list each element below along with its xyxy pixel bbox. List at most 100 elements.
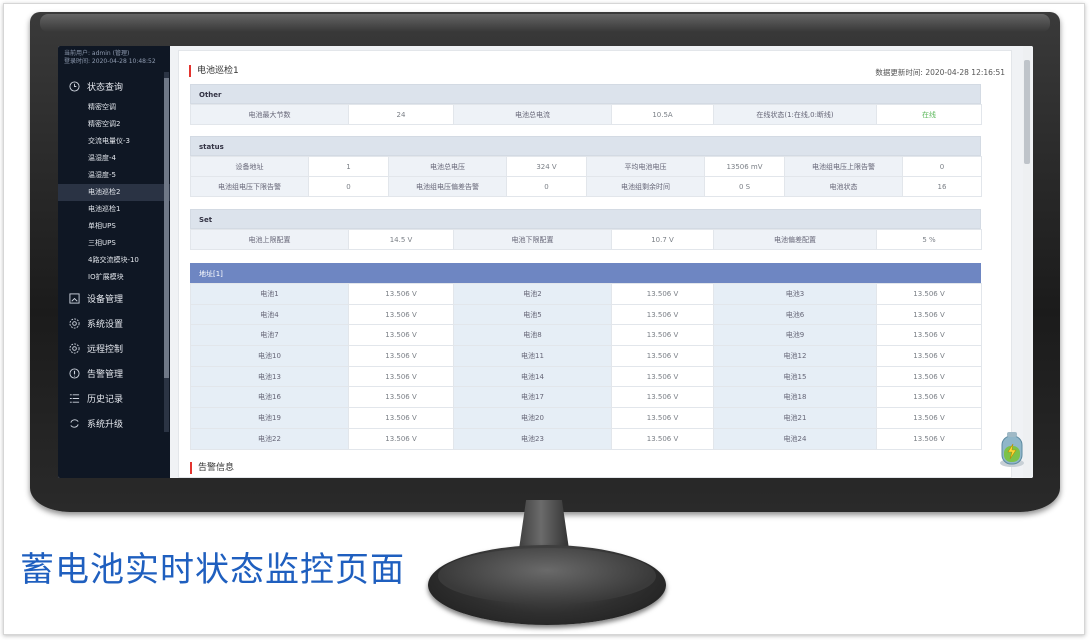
table-cell: 13.506 V — [348, 365, 454, 388]
sidebar-scrollbar-thumb[interactable] — [164, 78, 169, 378]
table-cell: 电池22 — [190, 427, 349, 450]
sidebar-section-system-upgrade[interactable]: 系统升级 — [58, 411, 170, 436]
sidebar-section-label: 状态查询 — [87, 83, 124, 93]
device-icon — [68, 293, 80, 305]
table-cell: 电池16 — [190, 386, 349, 409]
sidebar-item-temp-humidity-5[interactable]: 温湿度-5 — [58, 167, 170, 184]
sidebar-item-battery-patrol-1[interactable]: 电池巡检1 — [58, 201, 170, 218]
status-table: 设备地址 1 电池总电压 324 V 平均电池电压 13506 mV 电池组电压… — [190, 156, 982, 197]
table-row: 电池22 13.506 V 电池23 13.506 V 电池24 13.506 V — [190, 427, 982, 450]
table-cell: 13.506 V — [876, 427, 982, 450]
battery-voltage-table: 电池1 13.506 V 电池2 13.506 V 电池3 13.506 V 电池4 13.… — [190, 283, 982, 450]
table-cell: 13.506 V — [611, 427, 714, 450]
sidebar-item-ac-module-10[interactable]: 4路交流模块-10 — [58, 252, 170, 269]
sidebar-section-alarm-management[interactable]: 告警管理 — [58, 361, 170, 386]
sidebar-item-single-phase-ups[interactable]: 单相UPS — [58, 218, 170, 235]
page-caption: 蓄电池实时状态监控页面 — [20, 550, 405, 590]
alert-icon — [68, 368, 80, 380]
sidebar-section-history[interactable]: 历史记录 — [58, 386, 170, 411]
sidebar-item-precision-ac[interactable]: 精密空调 — [58, 99, 170, 116]
set-table: 电池上限配置 14.5 V 电池下限配置 10.7 V 电池偏差配置 5 % — [190, 229, 982, 250]
sidebar-section-label: 历史记录 — [87, 395, 124, 405]
sidebar-item-ac-meter-3[interactable]: 交流电量仪-3 — [58, 133, 170, 150]
table-cell: 13.506 V — [611, 365, 714, 388]
table-cell: 电池23 — [453, 427, 612, 450]
table-cell: 13.506 V — [876, 365, 982, 388]
sidebar-item-three-phase-ups[interactable]: 三相UPS — [58, 235, 170, 252]
settings-icon — [68, 318, 80, 330]
table-cell: 电池8 — [453, 324, 612, 347]
sidebar-section-label: 设备管理 — [87, 295, 124, 305]
table-cell: 13.506 V — [611, 345, 714, 367]
table-cell: 在线状态(1:在线,0:断线) — [713, 104, 877, 125]
table-cell: 平均电池电压 — [586, 156, 705, 177]
table-cell: 13506 mV — [704, 156, 785, 177]
sidebar-section-status-query[interactable]: 状态查询 — [58, 74, 170, 99]
table-cell: 电池21 — [713, 407, 877, 429]
sidebar-section-device-management[interactable]: 设备管理 — [58, 286, 170, 311]
sidebar-item-temp-humidity-4[interactable]: 温湿度-4 — [58, 150, 170, 167]
table-cell: 电池4 — [190, 303, 349, 326]
section-other: Other 电池最大节数 24 电池总电流 10.5A 在线状态(1:在线,0:… — [190, 84, 982, 125]
page-title: 电池巡检1 — [189, 65, 239, 77]
sidebar-item-precision-ac-2[interactable]: 精密空调2 — [58, 116, 170, 133]
sidebar-section-label: 告警管理 — [87, 370, 124, 380]
table-row: 电池19 13.506 V 电池20 13.506 V 电池21 13.506 V — [190, 407, 982, 429]
table-cell: 13.506 V — [876, 324, 982, 347]
table-cell: 13.506 V — [876, 386, 982, 409]
user-info: 当前用户: admin (管理) 登录时间: 2020-04-28 10:48:… — [58, 46, 170, 66]
table-cell: 10.7 V — [611, 229, 714, 250]
table-row: 设备地址 1 电池总电压 324 V 平均电池电压 13506 mV 电池组电压… — [190, 156, 982, 177]
table-cell: 电池组电压下限告警 — [190, 176, 309, 197]
table-cell: 电池7 — [190, 324, 349, 347]
table-cell: 电池10 — [190, 345, 349, 367]
section-address: 地址[1] 电池1 13.506 V 电池2 13.506 V 电池3 13.506 V … — [190, 263, 982, 450]
table-cell: 0 — [308, 176, 389, 197]
table-row: 电池组电压下限告警 0 电池组电压偏差告警 0 电池组剩余时间 0 S 电池状态… — [190, 176, 982, 197]
table-cell: 电池偏差配置 — [713, 229, 877, 250]
section-header: Other — [190, 84, 981, 104]
table-cell: 13.506 V — [876, 407, 982, 429]
table-cell: 设备地址 — [190, 156, 309, 177]
table-cell: 电池5 — [453, 303, 612, 326]
table-cell: 电池6 — [713, 303, 877, 326]
table-row: 电池13 13.506 V 电池14 13.506 V 电池15 13.506 V — [190, 365, 982, 388]
table-cell: 电池组电压上限告警 — [784, 156, 903, 177]
table-cell: 电池1 — [190, 283, 349, 305]
sidebar-section-label: 远程控制 — [87, 345, 124, 355]
refresh-icon — [68, 418, 80, 430]
main-scrollbar-thumb[interactable] — [1024, 60, 1030, 164]
table-cell: 13.506 V — [611, 324, 714, 347]
table-cell: 1 — [308, 156, 389, 177]
alarm-section-title: 告警信息 — [190, 462, 234, 474]
table-cell: 5 % — [876, 229, 982, 250]
sidebar-section-label: 系统升级 — [87, 420, 124, 430]
sidebar-item-battery-patrol-2[interactable]: 电池巡检2 — [58, 184, 170, 201]
table-row: 电池7 13.506 V 电池8 13.506 V 电池9 13.506 V — [190, 324, 982, 347]
table-cell: 电池总电压 — [388, 156, 507, 177]
table-cell: 电池15 — [713, 365, 877, 388]
table-cell: 电池总电流 — [453, 104, 612, 125]
table-cell: 13.506 V — [348, 427, 454, 450]
data-update-time: 数据更新时间: 2020-04-28 12:16:51 — [875, 68, 1005, 77]
list-icon — [68, 393, 80, 405]
table-cell: 13.506 V — [876, 303, 982, 326]
other-table: 电池最大节数 24 电池总电流 10.5A 在线状态(1:在线,0:断线) 在线 — [190, 104, 982, 125]
table-cell: 电池11 — [453, 345, 612, 367]
table-cell: 13.506 V — [348, 407, 454, 429]
table-cell: 13.506 V — [611, 407, 714, 429]
sidebar-section-label: 系统设置 — [87, 320, 124, 330]
section-header: status — [190, 136, 981, 156]
sidebar-section-remote-control[interactable]: 远程控制 — [58, 336, 170, 361]
clock-icon — [68, 81, 80, 93]
table-row: 电池4 13.506 V 电池5 13.506 V 电池6 13.506 V — [190, 303, 982, 326]
table-cell: 13.506 V — [348, 386, 454, 409]
sidebar-section-system-settings[interactable]: 系统设置 — [58, 311, 170, 336]
sidebar: 当前用户: admin (管理) 登录时间: 2020-04-28 10:48:… — [58, 46, 170, 478]
current-user: 当前用户: admin (管理) — [64, 50, 130, 57]
table-cell: 电池20 — [453, 407, 612, 429]
table-cell: 电池最大节数 — [190, 104, 349, 125]
table-cell: 电池17 — [453, 386, 612, 409]
monitor-screen: 当前用户: admin (管理) 登录时间: 2020-04-28 10:48:… — [58, 46, 1033, 478]
sidebar-item-io-expansion[interactable]: IO扩展模块 — [58, 269, 170, 286]
